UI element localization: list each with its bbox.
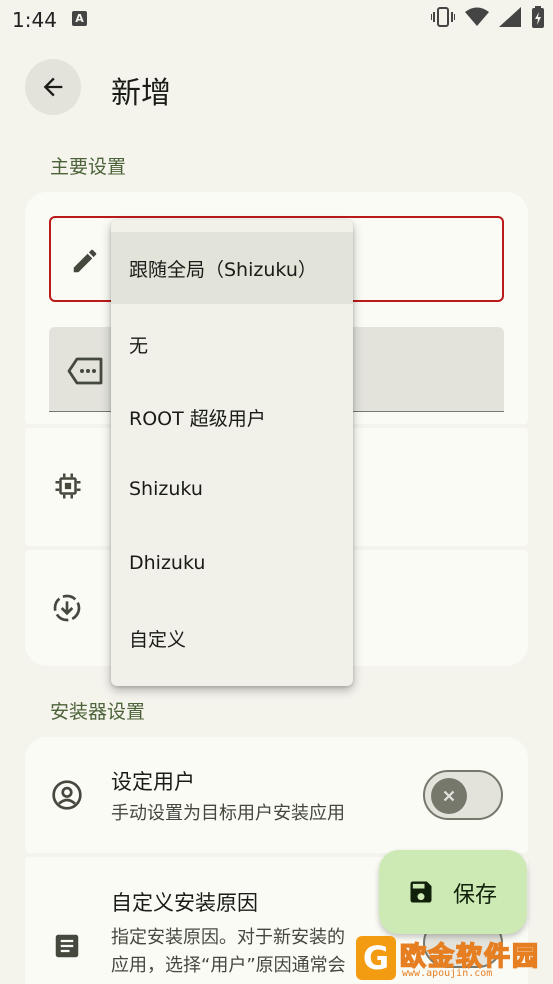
article-icon	[50, 929, 84, 963]
save-icon	[410, 881, 432, 903]
vibrate-icon	[431, 6, 455, 28]
battery-icon	[531, 6, 545, 28]
chip-icon	[52, 470, 84, 502]
wifi-icon	[465, 7, 489, 27]
set-user-subtitle: 手动设置为目标用户安装应用	[111, 803, 345, 824]
menu-item-custom[interactable]: 自定义	[111, 602, 353, 674]
menu-item-dhizuku[interactable]: Dhizuku	[111, 527, 353, 599]
install-reason-title: 自定义安装原因	[111, 891, 258, 915]
account-circle-icon	[50, 778, 84, 812]
section-title-main: 主要设置	[50, 156, 127, 178]
set-user-switch[interactable]	[423, 770, 503, 820]
edit-icon	[66, 242, 104, 280]
menu-item-none[interactable]: 无	[111, 308, 353, 380]
download-circle-icon	[50, 591, 84, 625]
install-reason-subtitle-line1: 指定安装原因。对于新安装的	[111, 927, 345, 948]
status-time: 1:44	[12, 8, 57, 32]
section-title-installer: 安装器设置	[50, 701, 146, 723]
menu-item-root[interactable]: ROOT 超级用户	[111, 381, 353, 453]
watermark-url: www.apoujin.com	[402, 968, 493, 979]
save-button-label: 保存	[453, 883, 498, 908]
install-reason-subtitle-line2: 应用，选择“用户”原因通常会	[111, 955, 346, 976]
menu-item-follow-global[interactable]: 跟随全局（Shizuku）	[111, 232, 353, 304]
arrow-back-icon	[43, 77, 63, 97]
menu-item-shizuku[interactable]: Shizuku	[111, 453, 353, 525]
watermark-logo: G	[356, 936, 396, 980]
notification-badge-icon: A	[72, 11, 87, 26]
tag-icon	[66, 352, 106, 390]
save-button[interactable]: 保存	[379, 850, 527, 934]
watermark: G 欧金软件园 www.apoujin.com	[356, 932, 550, 984]
switch-knob	[431, 778, 467, 814]
status-icons	[431, 6, 545, 28]
authorizer-dropdown-menu: 跟随全局（Shizuku） 无 ROOT 超级用户 Shizuku Dhizuk…	[111, 220, 353, 686]
close-icon	[443, 790, 455, 802]
back-button[interactable]	[25, 59, 81, 115]
status-bar: 1:44 A	[0, 0, 553, 40]
page-title: 新增	[111, 76, 171, 111]
set-user-title: 设定用户	[111, 770, 195, 794]
signal-icon	[499, 7, 521, 27]
